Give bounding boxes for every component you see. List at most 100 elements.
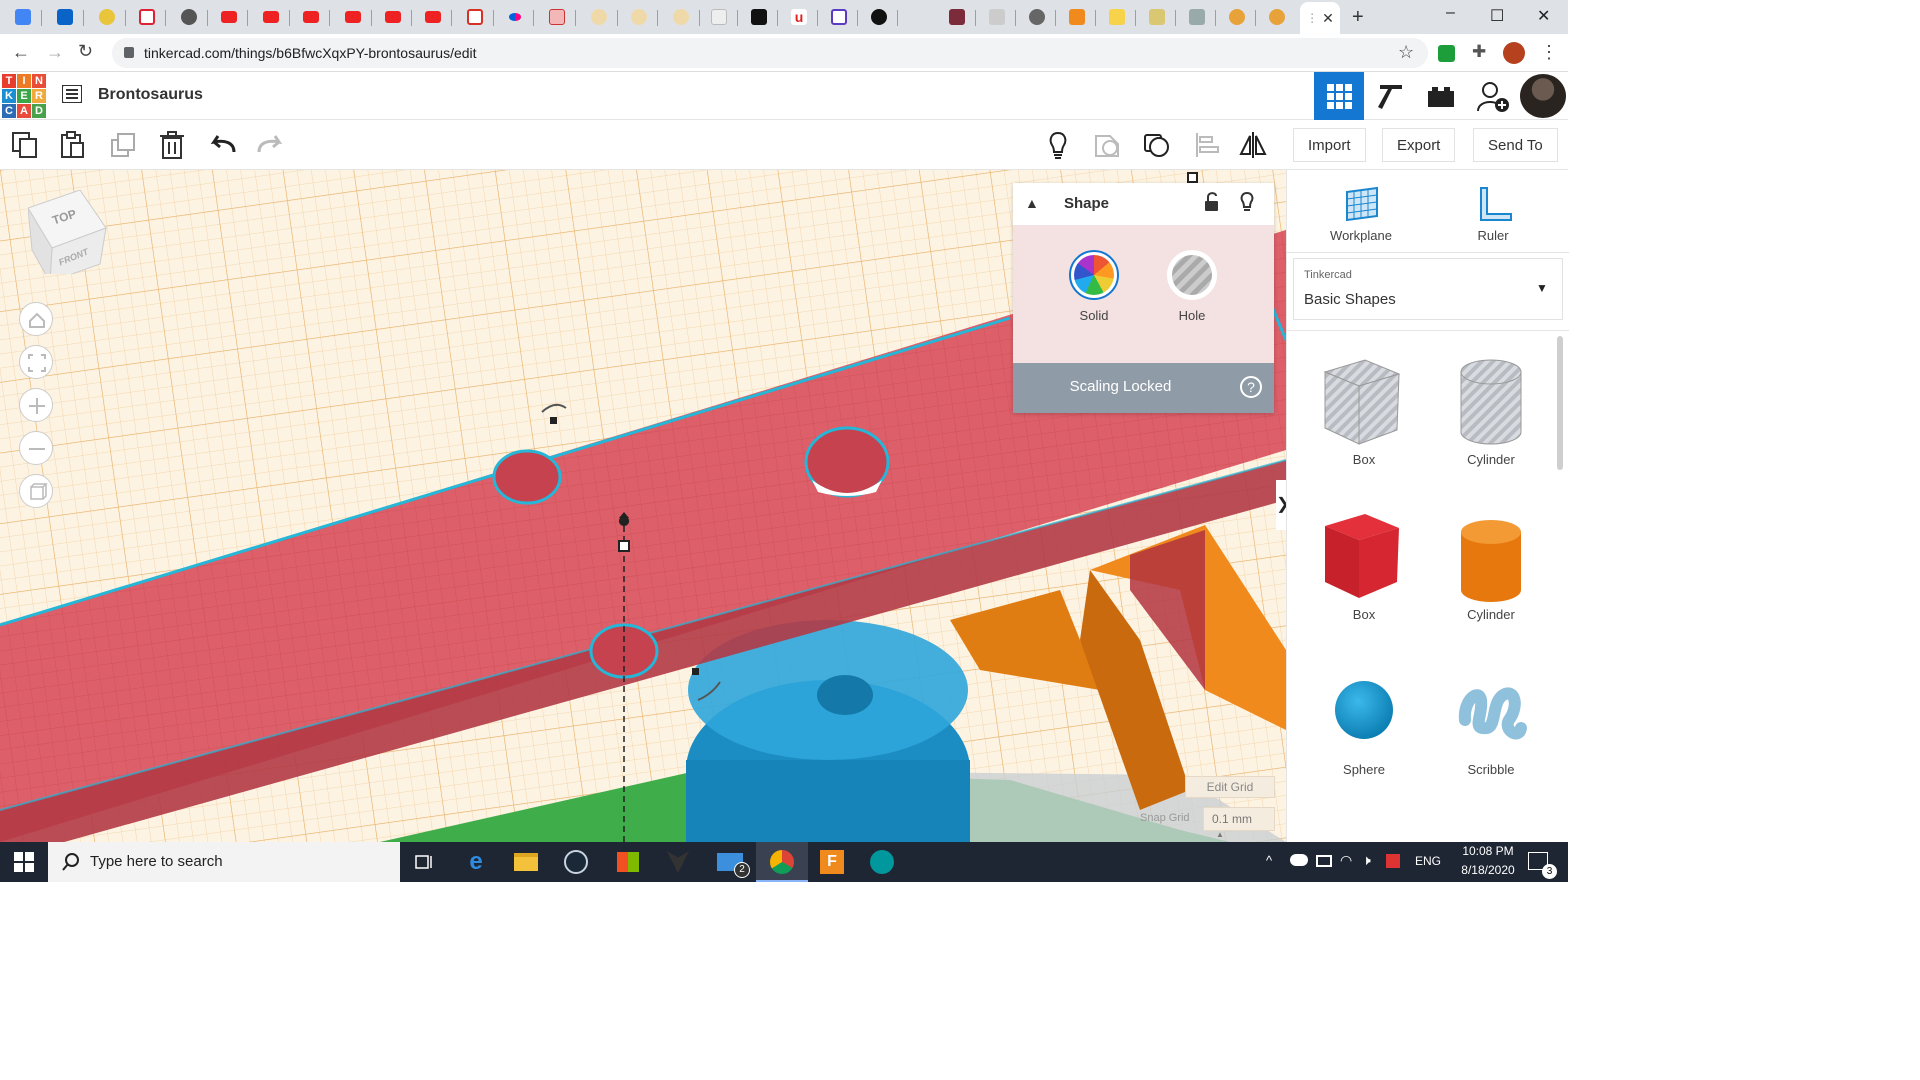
snap-grid-select[interactable]: 0.1 mm ▲: [1203, 807, 1275, 839]
windows-start-icon[interactable]: [14, 852, 34, 872]
security-icon[interactable]: [1386, 854, 1400, 868]
tab-folder[interactable]: [1098, 4, 1136, 30]
chrome-menu-icon[interactable]: ⋮: [1540, 42, 1558, 63]
invite-user-button[interactable]: [1468, 72, 1518, 120]
collapse-inspector-icon[interactable]: ▲: [1025, 195, 1039, 211]
store-icon[interactable]: [614, 848, 642, 876]
tab-badge[interactable]: [1138, 4, 1176, 30]
hole-toggle[interactable]: [1167, 250, 1217, 300]
zoom-in-button[interactable]: [19, 388, 53, 422]
fusion360-icon[interactable]: F: [818, 848, 846, 876]
view-cube[interactable]: TOP FRONT: [27, 189, 107, 284]
panel-scrollbar[interactable]: [1557, 336, 1563, 470]
lightbulb-icon[interactable]: [1043, 130, 1073, 160]
visibility-bulb-icon[interactable]: [1239, 191, 1255, 213]
tab-waffle[interactable]: [1058, 4, 1096, 30]
tab-u-app[interactable]: u: [780, 4, 818, 30]
omnibox[interactable]: tinkercad.com/things/b6BfwcXqxPY-brontos…: [112, 38, 1428, 68]
chrome-taskbar-button[interactable]: [756, 842, 808, 882]
tab-bulb[interactable]: [580, 4, 618, 30]
extensions-puzzle-icon[interactable]: ✚: [1472, 42, 1486, 62]
minecraft-pickaxe-button[interactable]: [1366, 72, 1416, 120]
tab-youtube[interactable]: [292, 4, 330, 30]
close-tab-icon[interactable]: ✕: [1322, 10, 1334, 27]
undo-icon[interactable]: [208, 130, 238, 160]
delete-icon[interactable]: [157, 130, 187, 160]
tab-youtube[interactable]: [210, 4, 248, 30]
steam-icon[interactable]: [562, 848, 590, 876]
send-to-button[interactable]: Send To: [1473, 128, 1558, 162]
bookmark-star-icon[interactable]: ☆: [1398, 42, 1414, 63]
tab-bulb[interactable]: [620, 4, 658, 30]
tab-pdf[interactable]: [538, 4, 576, 30]
help-icon[interactable]: ?: [1240, 376, 1262, 398]
battery-icon[interactable]: [1316, 855, 1332, 867]
export-button[interactable]: Export: [1382, 128, 1456, 162]
tab-avatar[interactable]: [1258, 4, 1296, 30]
tab-pen[interactable]: [978, 4, 1016, 30]
tab-youtube[interactable]: [252, 4, 290, 30]
import-button[interactable]: Import: [1293, 128, 1366, 162]
tab-star[interactable]: [740, 4, 778, 30]
tab-g-hub[interactable]: [88, 4, 126, 30]
taskbar-search-box[interactable]: Type here to search: [48, 842, 400, 882]
duplicate-icon[interactable]: [108, 130, 138, 160]
design-title[interactable]: Brontosaurus: [98, 86, 203, 104]
close-window-button[interactable]: ✕: [1537, 6, 1550, 26]
onedrive-icon[interactable]: [1290, 854, 1308, 866]
group-icon[interactable]: [1092, 130, 1122, 160]
new-tab-button[interactable]: +: [1352, 6, 1364, 29]
wifi-icon[interactable]: ◠: [1340, 852, 1352, 869]
tab-globe[interactable]: [170, 4, 208, 30]
tab-s-app[interactable]: [820, 4, 858, 30]
shape-hole-cylinder[interactable]: [1443, 352, 1543, 452]
edge-icon[interactable]: e: [462, 848, 490, 876]
tinkercad-logo[interactable]: T I N K E R C A D: [2, 74, 46, 118]
tab-globe[interactable]: [1018, 4, 1056, 30]
reload-icon[interactable]: ↻: [78, 41, 93, 62]
user-avatar[interactable]: [1520, 74, 1566, 118]
predator-icon[interactable]: [664, 848, 692, 876]
extension-check-icon[interactable]: [1438, 45, 1455, 62]
profile-icon[interactable]: [1503, 42, 1525, 64]
tab-gmail[interactable]: [456, 4, 494, 30]
home-view-button[interactable]: [19, 302, 53, 336]
scaling-lock-bar[interactable]: Scaling Locked ?: [1013, 363, 1274, 413]
shape-library-dropdown[interactable]: Tinkercad Basic Shapes ▼: [1293, 258, 1563, 320]
design-list-icon[interactable]: [62, 85, 82, 103]
collapse-panel-toggle[interactable]: ❯: [1276, 480, 1286, 530]
edit-grid-button[interactable]: Edit Grid: [1185, 776, 1275, 798]
lock-icon[interactable]: [1203, 191, 1221, 213]
clock-date[interactable]: 8/18/2020: [1448, 863, 1528, 877]
minimize-button[interactable]: –: [1446, 4, 1455, 22]
tab-flickr[interactable]: [496, 4, 534, 30]
ruler-tool[interactable]: Ruler: [1443, 180, 1543, 250]
fit-view-button[interactable]: [19, 345, 53, 379]
shape-box[interactable]: [1313, 510, 1413, 610]
tab-dark-logo[interactable]: [860, 4, 898, 30]
ortho-view-button[interactable]: [19, 474, 53, 508]
paste-icon[interactable]: [58, 130, 88, 160]
task-view-icon[interactable]: [410, 848, 438, 876]
zoom-out-button[interactable]: [19, 431, 53, 465]
file-explorer-icon[interactable]: [512, 848, 540, 876]
tray-chevron-icon[interactable]: ^: [1266, 853, 1272, 868]
language-indicator[interactable]: ENG: [1415, 854, 1441, 868]
align-icon[interactable]: [1192, 130, 1222, 160]
url-text[interactable]: tinkercad.com/things/b6BfwcXqxPY-brontos…: [144, 45, 477, 61]
back-icon[interactable]: ←: [12, 42, 30, 63]
mirror-icon[interactable]: [1238, 130, 1268, 160]
tab-google-doc[interactable]: [4, 4, 42, 30]
tab-avatar[interactable]: [1218, 4, 1256, 30]
clock-time[interactable]: 10:08 PM: [1448, 844, 1528, 858]
shape-sphere[interactable]: [1313, 670, 1413, 770]
tab-youtube[interactable]: [414, 4, 452, 30]
forward-icon[interactable]: →: [46, 42, 64, 63]
tab-youtube[interactable]: [334, 4, 372, 30]
copy-icon[interactable]: [10, 130, 40, 160]
solid-color-picker[interactable]: [1069, 250, 1119, 300]
tab-bulb[interactable]: [662, 4, 700, 30]
redo-icon[interactable]: [255, 130, 285, 160]
tab-notion[interactable]: [700, 4, 738, 30]
active-tab[interactable]: ⋮ ✕: [1300, 2, 1340, 34]
